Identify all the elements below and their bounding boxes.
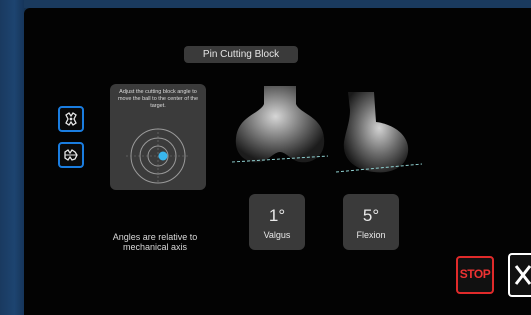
bezel-left — [0, 0, 24, 315]
flexion-value: 5° — [362, 206, 380, 225]
close-icon — [514, 265, 531, 285]
instruction-text: Adjust the cutting block angle to move t… — [117, 89, 199, 109]
view-anterior-button[interactable] — [58, 106, 84, 132]
close-button[interactable] — [508, 253, 531, 297]
bezel-top — [0, 0, 531, 8]
target-ball — [158, 151, 168, 161]
flexion-label: Flexion — [356, 230, 386, 240]
instruction-card: Adjust the cutting block angle to move t… — [110, 84, 206, 190]
view-lateral-button[interactable] — [58, 142, 84, 168]
axis-note: Angles are relative to mechanical axis — [112, 232, 198, 252]
page-title: Pin Cutting Block — [184, 46, 298, 63]
alignment-target — [126, 128, 190, 184]
flexion-readout: 5° Flexion — [343, 194, 399, 250]
femur-anterior-view — [231, 86, 329, 163]
valgus-value: 1° — [268, 206, 286, 225]
valgus-label: Valgus — [263, 230, 291, 240]
stop-label: STOP — [459, 267, 491, 281]
valgus-readout: 1° Valgus — [249, 194, 305, 250]
bone-anterior-icon — [65, 112, 77, 126]
bone-lateral-icon — [64, 149, 78, 161]
stop-button[interactable]: STOP — [456, 256, 494, 294]
screen: Pin Cutting Block Adjust the cutting blo… — [24, 8, 531, 315]
femur-lateral-view — [335, 92, 423, 173]
